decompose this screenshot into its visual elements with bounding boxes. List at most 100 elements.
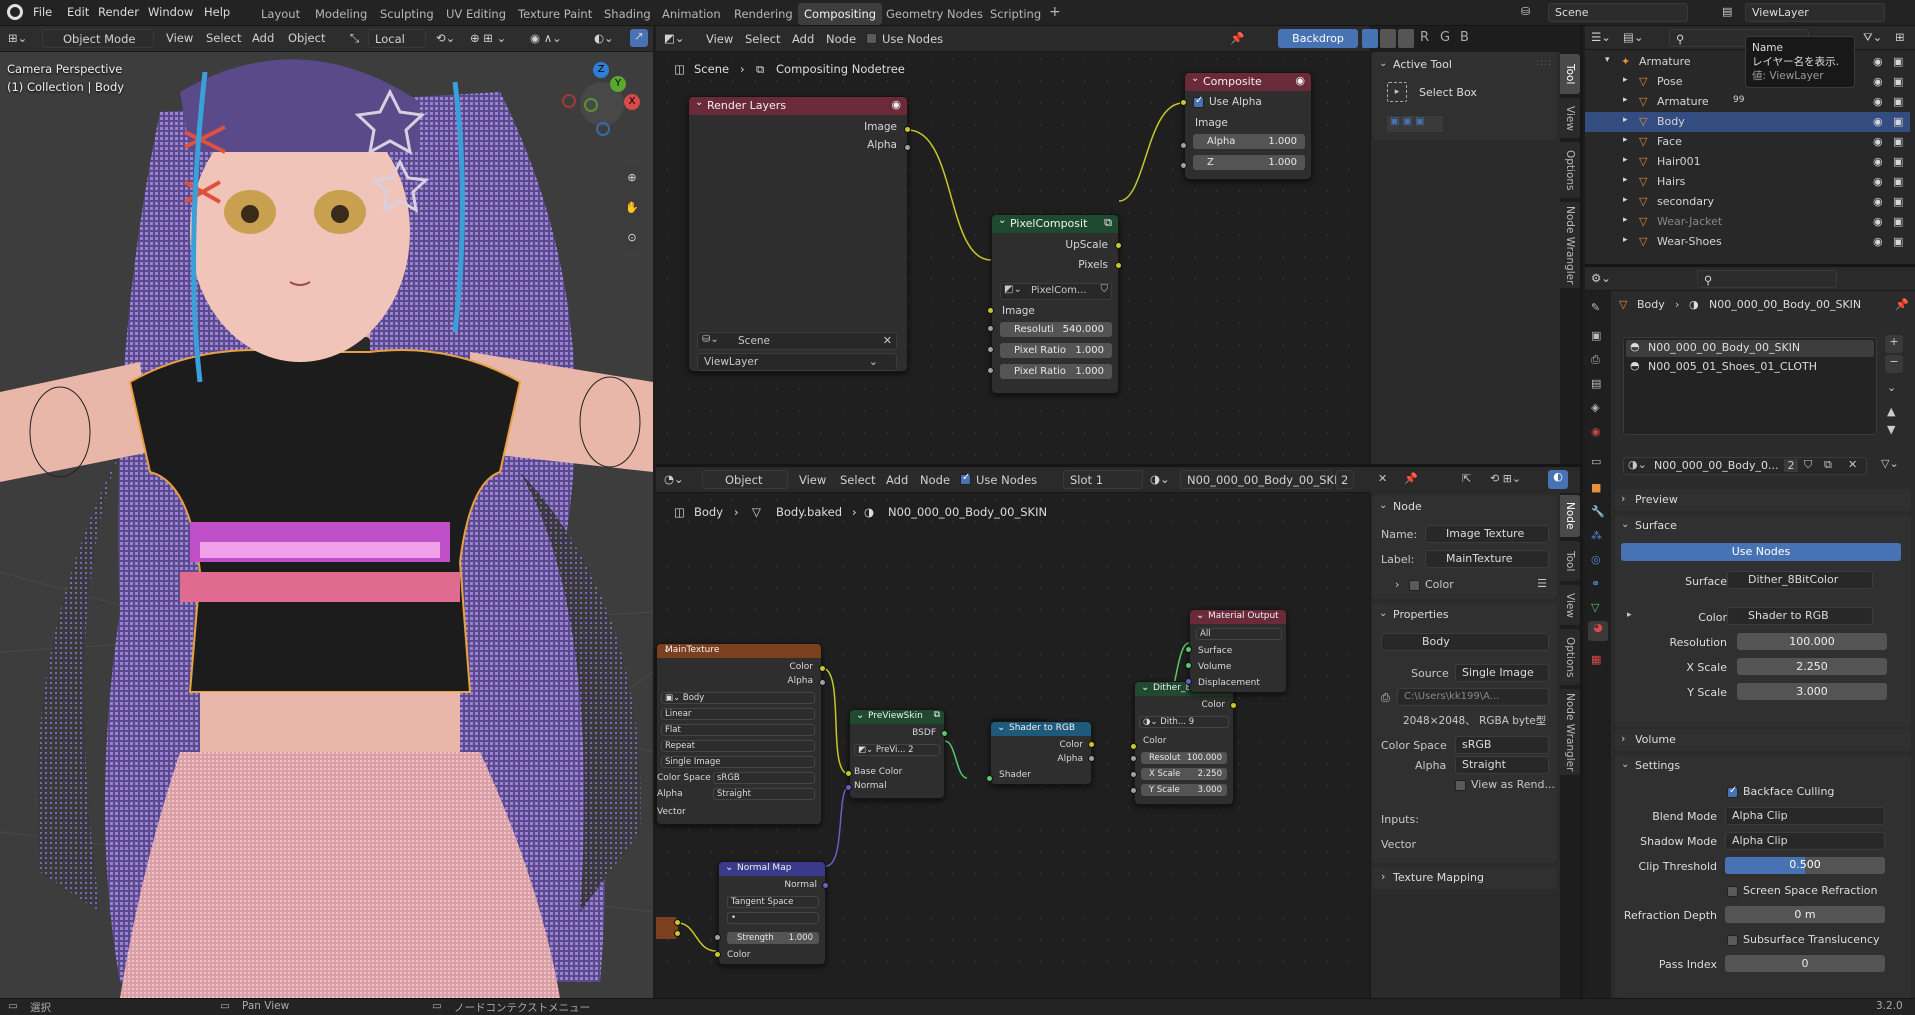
socket-pixels-out[interactable] [1115, 262, 1122, 269]
outliner-row[interactable]: ▸ ▽ Face ◉ ▣ [1585, 132, 1910, 152]
socket-bsdf-out[interactable] [941, 730, 948, 737]
world-tab-icon[interactable]: ◉ [1591, 425, 1601, 438]
socket-dither-color-out[interactable] [1230, 702, 1237, 709]
scene-tab-icon[interactable]: ◈ [1591, 401, 1599, 414]
channel-r[interactable]: R [1420, 30, 1429, 45]
material-users[interactable]: 2 [1784, 459, 1798, 472]
socket-upscale-out[interactable] [1115, 242, 1122, 249]
chevron-down-icon[interactable]: ⌄ [1621, 519, 1629, 530]
eye-icon[interactable]: ◉ [1873, 75, 1883, 88]
gizmo-x-axis[interactable]: X [624, 94, 640, 110]
space-select[interactable]: Tangent Space [727, 896, 819, 908]
socket-base-color-in[interactable] [845, 770, 852, 777]
gizmo-z-axis[interactable]: Z [593, 62, 609, 78]
eye-icon[interactable]: ◉ [1873, 155, 1883, 168]
expand-icon[interactable]: ▸ [1627, 610, 1632, 620]
channel-alpha-only-icon[interactable] [1398, 29, 1414, 48]
display-mode-icon[interactable]: ▤⌄ [1623, 30, 1644, 44]
tab-modeling[interactable]: Modeling [315, 7, 367, 21]
socket-composite-alpha[interactable] [1180, 142, 1187, 149]
remove-slot-button[interactable]: − [1885, 355, 1903, 373]
uv-map-field[interactable]: • [727, 912, 819, 924]
disclosure-icon[interactable]: ▸ [1623, 235, 1628, 245]
preview-panel[interactable]: › Preview [1615, 489, 1911, 511]
material-tab-icon[interactable]: ◕ [1588, 621, 1608, 641]
socket-dither-res-in[interactable] [1130, 755, 1137, 762]
filepath-field[interactable]: C:\Users\kk199\A... [1397, 688, 1549, 706]
outliner-row[interactable]: ▸ ▽ Wear-Shoes ◉ ▣ [1585, 232, 1910, 252]
socket-alpha-out[interactable] [904, 144, 911, 151]
socket-volume-in[interactable] [1185, 662, 1192, 669]
z-field[interactable]: Z 1.000 [1193, 155, 1305, 170]
outliner[interactable]: ☰⌄ ▤⌄ ⚲ ⛛⌄ ⊞ ▾ ✦ Armature ◉ ▣ ▸ ▽ Pose ◉ ▣ ▸ ▽ Armat… [1585, 26, 1915, 264]
group-selector[interactable]: ◑⌄ Dith... 9 [1139, 716, 1229, 728]
navigation-gizmo[interactable]: Z Y X [560, 62, 644, 146]
editor-type-icon[interactable]: ⊞⌄ [8, 31, 27, 45]
eye-icon[interactable]: ◉ [1873, 215, 1883, 228]
view-layer-tab-icon[interactable]: ▤ [1591, 377, 1601, 390]
chevron-down-icon[interactable]: ⌄ [1621, 759, 1629, 770]
use-nodes-button[interactable]: Use Nodes [1621, 543, 1901, 561]
x-scale-field[interactable]: X Scale 2.250 [1141, 768, 1227, 780]
disclosure-icon[interactable]: ▸ [1623, 135, 1628, 145]
extension-select[interactable]: Repeat [661, 740, 815, 752]
orientation-selector[interactable]: Local [368, 29, 426, 48]
overlay-icon[interactable]: ◐ [1548, 470, 1568, 489]
projection-select[interactable]: Flat [661, 724, 815, 736]
outliner-editor-type-icon[interactable]: ☰⌄ [1591, 30, 1611, 44]
socket-s2rgb-alpha-out[interactable] [1088, 755, 1095, 762]
chevron-down-icon[interactable]: ⌄ [1379, 58, 1387, 69]
proportional-icon[interactable]: ◉ ∧⌄ [530, 31, 562, 45]
output-tab-icon[interactable]: ⎙ [1591, 353, 1600, 367]
menu-help[interactable]: Help [204, 5, 230, 19]
properties-search-input[interactable]: ⚲ [1697, 270, 1837, 288]
tab-options[interactable]: Options [1560, 142, 1580, 198]
socket-dither-color-in[interactable] [1130, 743, 1137, 750]
fake-user-icon[interactable]: ⛉ [1804, 458, 1812, 472]
pixel-composit-node[interactable]: PixelComposit ⧉ UpScale Pixels ◩⌄ PixelCo… [991, 214, 1119, 394]
visibility-icon[interactable]: ◐⌄ [594, 31, 614, 45]
socket-pixel-image-in[interactable] [987, 307, 994, 314]
eye-icon[interactable]: ◉ [1873, 55, 1883, 68]
camera-icon[interactable]: ▣ [1893, 55, 1903, 68]
close-icon[interactable]: ✕ [1848, 458, 1857, 471]
physics-tab-icon[interactable]: ◎ [1591, 553, 1601, 566]
outliner-row[interactable]: ▸ ▽ Wear-Jacket ◉ ▣ [1585, 212, 1910, 232]
menu-file[interactable]: File [33, 5, 52, 19]
eye-icon[interactable]: ◉ [1873, 135, 1883, 148]
camera-icon[interactable]: ▣ [1893, 115, 1903, 128]
ssr-checkbox[interactable] [1727, 886, 1738, 897]
compositor-editor[interactable]: ◩⌄ View Select Add Node Use Nodes 📌 ◫ Sc… [656, 26, 1370, 464]
socket-pr2-in[interactable] [987, 367, 994, 374]
preview-skin-node[interactable]: PreViewSkin ⧉ BSDF ◩⌄ PreVi... 2 Base Col… [849, 709, 945, 799]
group-selector[interactable]: ◩⌄ PreVi... 2 [854, 744, 940, 756]
new-collection-icon[interactable]: ⊞ [1895, 30, 1905, 44]
backdrop-button[interactable]: Backdrop [1278, 29, 1358, 48]
camera-icon[interactable]: ▣ [1893, 75, 1903, 88]
view-layer-field[interactable]: ViewLayer ⌄ [697, 353, 897, 371]
socket-s2rgb-shader-in[interactable] [986, 775, 993, 782]
channel-rgb-icon[interactable] [1362, 29, 1378, 48]
menu-add[interactable]: Add [252, 31, 274, 45]
menu-window[interactable]: Window [148, 5, 193, 19]
properties-editor[interactable]: ⚙⌄ ⚲ ✎ ▣ ⎙ ▤ ◈ ◉ ▭ ■ 🔧 ⁂ ◎ ⚭ ▽ ◕ ▦ ▽ Bod… [1585, 267, 1915, 998]
material-slots-list[interactable]: ◓ N00_000_00_Body_00_SKIN ◓ N00_005_01_S… [1623, 337, 1877, 435]
disclosure-icon[interactable]: ▸ [1623, 95, 1628, 105]
menu-select[interactable]: Select [206, 31, 241, 45]
dither-8bit-node[interactable]: Dither_8BitColor⧉ Color ◑⌄ Dith... 9 Col… [1134, 681, 1234, 805]
texture-tab-icon[interactable]: ▦ [1591, 653, 1601, 666]
close-icon[interactable]: ✕ [1378, 472, 1387, 485]
tab-uv-editing[interactable]: UV Editing [446, 7, 506, 21]
use-alpha-checkbox[interactable] [1193, 95, 1204, 108]
socket-composite-image[interactable] [1180, 99, 1187, 106]
camera-icon[interactable]: ▣ [1893, 215, 1903, 228]
y-scale-field[interactable]: 3.000 [1737, 683, 1887, 700]
alpha-select[interactable]: Straight [1455, 756, 1549, 774]
target-select[interactable]: All [1196, 628, 1282, 640]
disclosure-icon[interactable]: ▸ [1623, 155, 1628, 165]
source-select[interactable]: Single Image [1455, 664, 1549, 682]
backface-culling-checkbox[interactable] [1727, 785, 1738, 798]
socket-composite-z[interactable] [1180, 162, 1187, 169]
tool-tab-icon[interactable]: ✎ [1591, 301, 1600, 314]
duplicate-icon[interactable]: ⧉ [1824, 458, 1832, 472]
